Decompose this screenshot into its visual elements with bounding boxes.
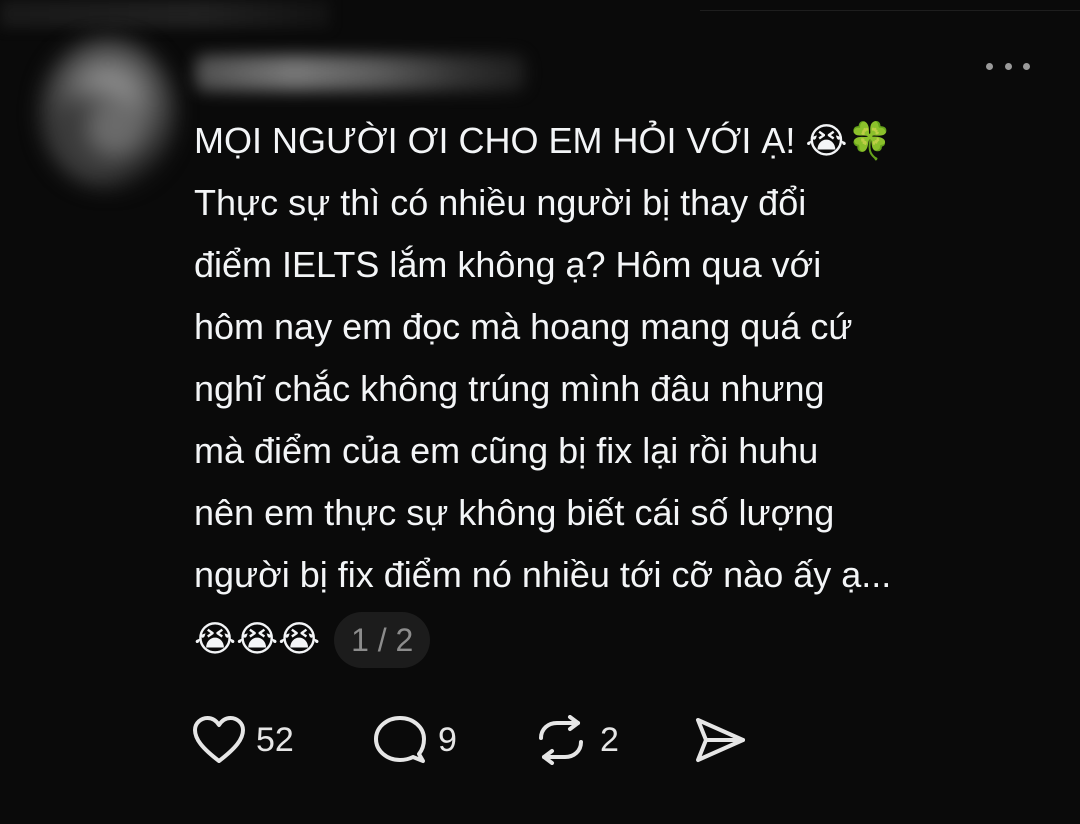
post-body-text: MỌI NGƯỜI ƠI CHO EM HỎI VỚI Ạ! 😭🍀 Thực s… [194, 120, 893, 595]
comment-bubble-icon [374, 716, 426, 763]
more-horizontal-icon [986, 62, 993, 70]
image-page-indicator[interactable]: 1 / 2 [334, 612, 431, 668]
divider [700, 10, 1080, 11]
post-actions-bar: 52 9 2 [192, 712, 748, 768]
avatar[interactable] [40, 38, 176, 188]
repost-count: 2 [600, 720, 619, 759]
send-icon [696, 718, 745, 762]
reply-button[interactable]: 9 [372, 714, 532, 766]
previous-post-blur [0, 0, 330, 28]
username-blurred[interactable] [195, 55, 525, 91]
repost-icon [539, 715, 583, 765]
more-options-button[interactable] [978, 52, 1038, 80]
like-button[interactable]: 52 [192, 715, 372, 765]
post-emoji-row: 😭😭😭 1 / 2 [194, 612, 431, 668]
repost-button[interactable]: 2 [532, 715, 692, 765]
heart-icon [193, 716, 245, 763]
like-count: 52 [256, 720, 294, 759]
crying-emojis: 😭😭😭 [194, 619, 321, 660]
share-button[interactable] [692, 715, 748, 765]
reply-count: 9 [438, 720, 457, 759]
